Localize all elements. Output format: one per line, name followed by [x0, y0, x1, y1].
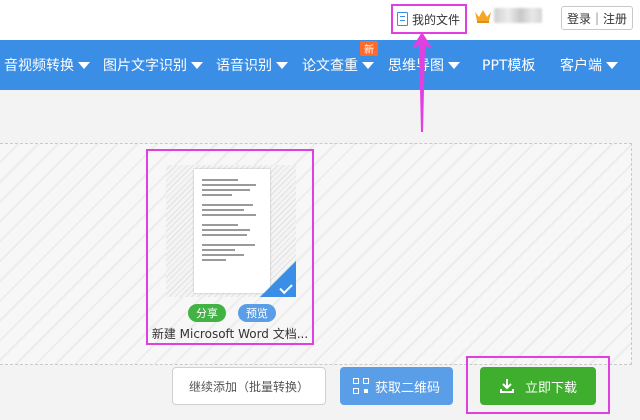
caret-down-icon	[78, 61, 90, 69]
qr-code-icon	[352, 378, 369, 394]
nav-item-label: PPT模板	[482, 58, 536, 74]
new-badge: 新	[360, 41, 378, 56]
download-button-label: 立即下载	[524, 380, 577, 396]
main-nav: 音视频转换 图片文字识别 语音识别 论文查重 思维导图 PPT模板 客户端	[0, 40, 640, 90]
continue-add-button[interactable]: 继续添加（批量转换）	[172, 367, 326, 405]
caret-down-icon	[191, 61, 203, 69]
document-icon	[397, 12, 408, 26]
share-button[interactable]: 分享	[188, 304, 226, 322]
my-files-link[interactable]: 我的文件	[391, 4, 467, 34]
nav-item-label: 语音识别	[216, 58, 272, 74]
qr-button-label: 获取二维码	[374, 380, 440, 396]
nav-item-label: 客户端	[560, 58, 602, 74]
download-icon	[499, 379, 514, 393]
get-qr-code-button[interactable]: 获取二维码	[340, 367, 453, 405]
file-thumbnail[interactable]	[166, 165, 296, 297]
nav-item-label: 音视频转换	[4, 58, 74, 74]
file-name: 新建 Microsoft Word 文档...	[151, 327, 309, 341]
login-link[interactable]: 登录	[567, 10, 591, 27]
annotation-arrow-icon	[412, 32, 432, 132]
document-page-preview	[194, 169, 270, 293]
preview-button[interactable]: 预览	[238, 304, 276, 322]
selected-corner	[260, 261, 296, 297]
nav-item-ppt-templates[interactable]: PPT模板	[482, 40, 535, 90]
nav-item-av-convert[interactable]: 音视频转换	[4, 40, 90, 90]
file-card[interactable]: 分享 预览 新建 Microsoft Word 文档...	[146, 149, 314, 345]
caret-down-icon	[276, 61, 288, 69]
register-link[interactable]: 注册	[603, 10, 627, 27]
caret-down-icon	[448, 61, 460, 69]
nav-item-label: 论文查重	[302, 58, 358, 74]
file-drop-zone[interactable]	[0, 143, 632, 365]
top-bar: 我的文件 登录 | 注册	[0, 0, 640, 40]
crown-icon	[475, 10, 491, 23]
caret-down-icon	[362, 61, 374, 69]
my-files-label: 我的文件	[412, 12, 461, 27]
caret-down-icon	[606, 61, 618, 69]
nav-item-label: 图片文字识别	[103, 58, 187, 74]
download-now-button[interactable]: 立即下载	[480, 367, 596, 405]
nav-item-client[interactable]: 客户端	[560, 40, 618, 90]
auth-separator: |	[594, 11, 600, 25]
nav-item-image-ocr[interactable]: 图片文字识别	[103, 40, 203, 90]
username-blurred	[494, 8, 542, 23]
auth-box: 登录 | 注册	[561, 6, 633, 30]
nav-item-speech-recognition[interactable]: 语音识别	[216, 40, 288, 90]
